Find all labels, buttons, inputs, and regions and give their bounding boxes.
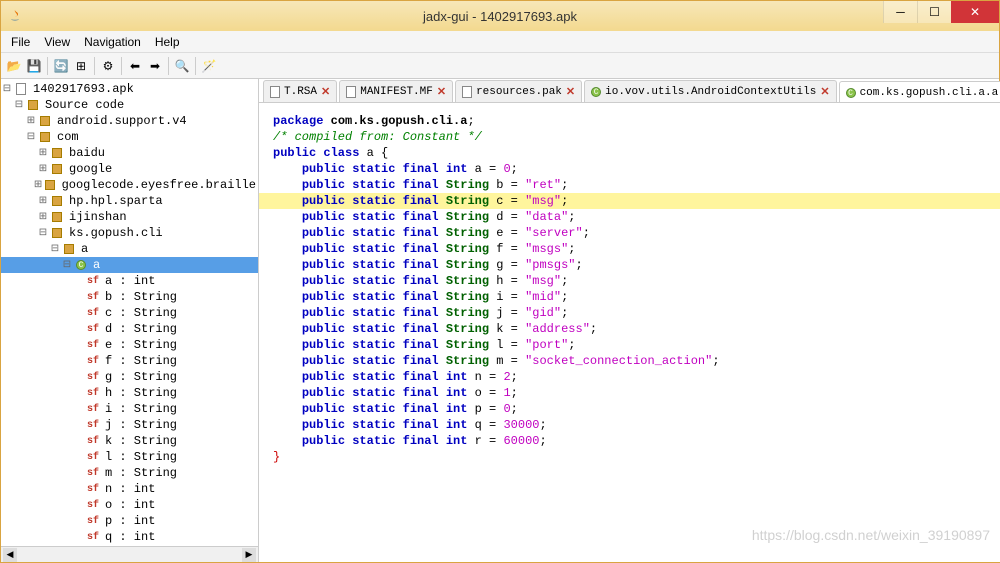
editor-tab[interactable]: MANIFEST.MF ✕ <box>339 80 453 102</box>
tree-node[interactable]: sfq : int <box>1 529 258 545</box>
tab-close-button[interactable]: ✕ <box>321 85 330 99</box>
editor-tab[interactable]: T.RSA ✕ <box>263 80 337 102</box>
search-button[interactable]: 🔍 <box>173 57 191 75</box>
editor-tab[interactable]: resources.pak ✕ <box>455 80 582 102</box>
settings-button[interactable]: ⚙ <box>99 57 117 75</box>
menubar: File View Navigation Help <box>1 31 999 53</box>
sidebar: ⊟1402917693.apk⊟Source code⊞android.supp… <box>1 79 259 562</box>
sync-button[interactable]: 🔄 <box>52 57 70 75</box>
tab-label: T.RSA <box>284 86 317 98</box>
tree-node[interactable]: sfn : int <box>1 481 258 497</box>
tree-node[interactable]: sfl : String <box>1 449 258 465</box>
tree-node[interactable]: ⊞ijinshan <box>1 209 258 225</box>
horizontal-scrollbar[interactable]: ◀ ▶ <box>1 546 258 562</box>
code-editor[interactable]: package com.ks.gopush.cli.a;/* compiled … <box>259 103 1000 562</box>
toolbar-separator <box>94 57 95 75</box>
editor-tab[interactable]: Cio.vov.utils.AndroidContextUtils ✕ <box>584 80 836 102</box>
tree-node[interactable]: ⊞google <box>1 161 258 177</box>
window-title: jadx-gui - 1402917693.apk <box>423 9 577 24</box>
tab-close-button[interactable]: ✕ <box>437 85 446 99</box>
tree-node[interactable]: ⊞googlecode.eyesfree.braille <box>1 177 258 193</box>
scroll-right-button[interactable]: ▶ <box>242 548 256 562</box>
menu-view[interactable]: View <box>38 33 76 51</box>
tree-node[interactable]: sfj : String <box>1 417 258 433</box>
menu-help[interactable]: Help <box>149 33 186 51</box>
tab-close-button[interactable]: ✕ <box>820 85 829 99</box>
tree-node[interactable]: ⊞android.support.v4 <box>1 113 258 129</box>
tree-node[interactable]: sfi : String <box>1 401 258 417</box>
tree-node[interactable]: sfb : String <box>1 289 258 305</box>
file-icon <box>462 86 472 98</box>
tab-close-button[interactable]: ✕ <box>566 85 575 99</box>
menu-navigation[interactable]: Navigation <box>78 33 147 51</box>
tree-node[interactable]: sfe : String <box>1 337 258 353</box>
toolbar-separator <box>121 57 122 75</box>
tree-node[interactable]: sfa : int <box>1 273 258 289</box>
toolbar-separator <box>47 57 48 75</box>
tab-label: MANIFEST.MF <box>360 86 433 98</box>
tab-label: io.vov.utils.AndroidContextUtils <box>605 86 816 98</box>
tree-node[interactable]: ⊞hp.hpl.sparta <box>1 193 258 209</box>
wand-button[interactable]: 🪄 <box>200 57 218 75</box>
expand-button[interactable]: ⊞ <box>72 57 90 75</box>
file-icon <box>270 86 280 98</box>
tree-node[interactable]: ⊞baidu <box>1 145 258 161</box>
tree-node[interactable]: sfp : int <box>1 513 258 529</box>
titlebar: jadx-gui - 1402917693.apk ─ ☐ ✕ <box>1 1 999 31</box>
java-icon <box>7 8 23 24</box>
save-button[interactable]: 💾 <box>25 57 43 75</box>
tree-node[interactable]: sfo : int <box>1 497 258 513</box>
tab-label: com.ks.gopush.cli.a.a <box>860 87 999 99</box>
tree-node[interactable]: ⊟Source code <box>1 97 258 113</box>
tree-node[interactable]: ⊟ks.gopush.cli <box>1 225 258 241</box>
tree-node[interactable]: sfg : String <box>1 369 258 385</box>
editor-tabs: T.RSA✕MANIFEST.MF✕resources.pak✕Cio.vov.… <box>259 79 1000 103</box>
tree-node[interactable]: sfk : String <box>1 433 258 449</box>
tree-node[interactable]: sfd : String <box>1 321 258 337</box>
tree-node[interactable]: ⊟a <box>1 241 258 257</box>
class-icon: C <box>591 87 601 97</box>
open-file-button[interactable]: 📂 <box>5 57 23 75</box>
tree-node[interactable]: ⊟Ca <box>1 257 258 273</box>
class-icon: C <box>846 88 856 98</box>
tree-node[interactable]: sfh : String <box>1 385 258 401</box>
tree-node[interactable]: ⊟com <box>1 129 258 145</box>
toolbar: 📂 💾 🔄 ⊞ ⚙ ⬅ ➡ 🔍 🪄 <box>1 53 999 79</box>
tab-label: resources.pak <box>476 86 562 98</box>
menu-file[interactable]: File <box>5 33 36 51</box>
project-tree[interactable]: ⊟1402917693.apk⊟Source code⊞android.supp… <box>1 79 258 546</box>
tree-node[interactable]: sff : String <box>1 353 258 369</box>
back-button[interactable]: ⬅ <box>126 57 144 75</box>
editor-tab[interactable]: Ccom.ks.gopush.cli.a.a✕ <box>839 81 1000 103</box>
tree-node[interactable]: sfc : String <box>1 305 258 321</box>
watermark: https://blog.csdn.net/weixin_39190897 <box>752 527 990 543</box>
minimize-button[interactable]: ─ <box>883 1 917 23</box>
forward-button[interactable]: ➡ <box>146 57 164 75</box>
maximize-button[interactable]: ☐ <box>917 1 951 23</box>
tree-node[interactable]: ⊟1402917693.apk <box>1 81 258 97</box>
tree-node[interactable]: sfm : String <box>1 465 258 481</box>
file-icon <box>346 86 356 98</box>
close-button[interactable]: ✕ <box>951 1 999 23</box>
scroll-left-button[interactable]: ◀ <box>3 548 17 562</box>
content-area: T.RSA✕MANIFEST.MF✕resources.pak✕Cio.vov.… <box>259 79 1000 562</box>
toolbar-separator <box>168 57 169 75</box>
toolbar-separator <box>195 57 196 75</box>
